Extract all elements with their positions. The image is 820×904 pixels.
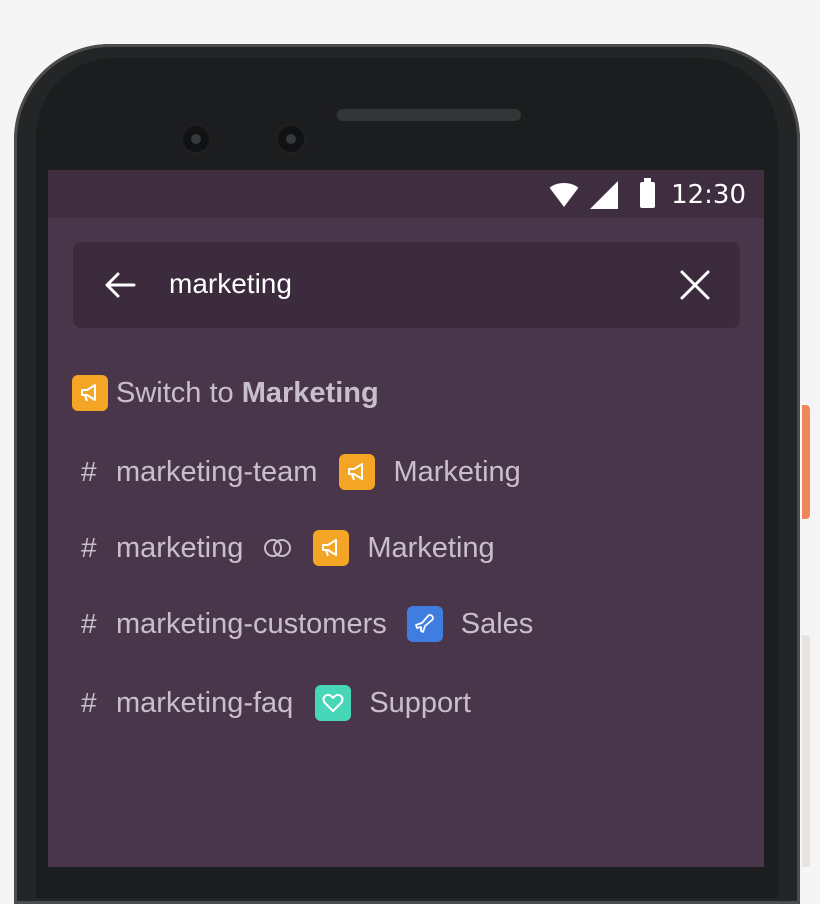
shared-channel-icon [264, 539, 292, 557]
workspace-name: Support [369, 686, 471, 719]
switch-label: Switch to Marketing [116, 377, 379, 410]
hash-icon: # [81, 532, 97, 563]
hash-icon: # [81, 456, 97, 487]
megaphone-icon [339, 454, 376, 490]
search-bar[interactable] [73, 242, 740, 328]
switch-prefix: Switch to [116, 376, 234, 409]
airplane-icon [406, 606, 443, 642]
wifi-icon [546, 183, 583, 207]
channel-result-row[interactable]: # marketing-team Marketing [72, 452, 521, 492]
power-button [802, 405, 810, 519]
front-sensor [274, 122, 308, 156]
heart-icon [315, 685, 352, 721]
front-camera [179, 122, 213, 156]
switch-workspace-name: Marketing [241, 376, 379, 409]
channel-name: marketing-faq [116, 686, 294, 719]
arrow-left-icon[interactable] [103, 268, 137, 302]
channel-result-row[interactable]: # marketing-customers Sales [72, 604, 533, 644]
megaphone-icon [72, 375, 108, 411]
workspace-name: Marketing [393, 455, 521, 488]
channel-result-row[interactable]: # marketing Marketing [72, 528, 495, 568]
workspace-name: Sales [460, 607, 534, 640]
search-input[interactable] [169, 264, 649, 304]
channel-name: marketing-customers [116, 607, 387, 640]
status-icons: 12:30 [546, 178, 746, 210]
switch-workspace-item[interactable]: Switch to Marketing [72, 373, 379, 413]
battery-icon [640, 178, 656, 208]
megaphone-icon [313, 530, 350, 566]
volume-button [802, 635, 810, 867]
hash-icon: # [81, 608, 97, 639]
channel-name: marketing [116, 531, 244, 564]
close-icon[interactable] [679, 269, 711, 301]
speaker-grille [334, 106, 524, 124]
channel-result-row[interactable]: # marketing-faq Support [72, 683, 471, 723]
workspace-name: Marketing [367, 531, 495, 564]
channel-name: marketing-team [116, 455, 318, 488]
hash-icon: # [81, 687, 97, 718]
app-screen: 12:30 Switch to Marketing # marketing-te… [48, 170, 764, 867]
signal-icon [590, 181, 619, 209]
status-bar: 12:30 [48, 170, 764, 218]
status-time: 12:30 [671, 180, 746, 210]
